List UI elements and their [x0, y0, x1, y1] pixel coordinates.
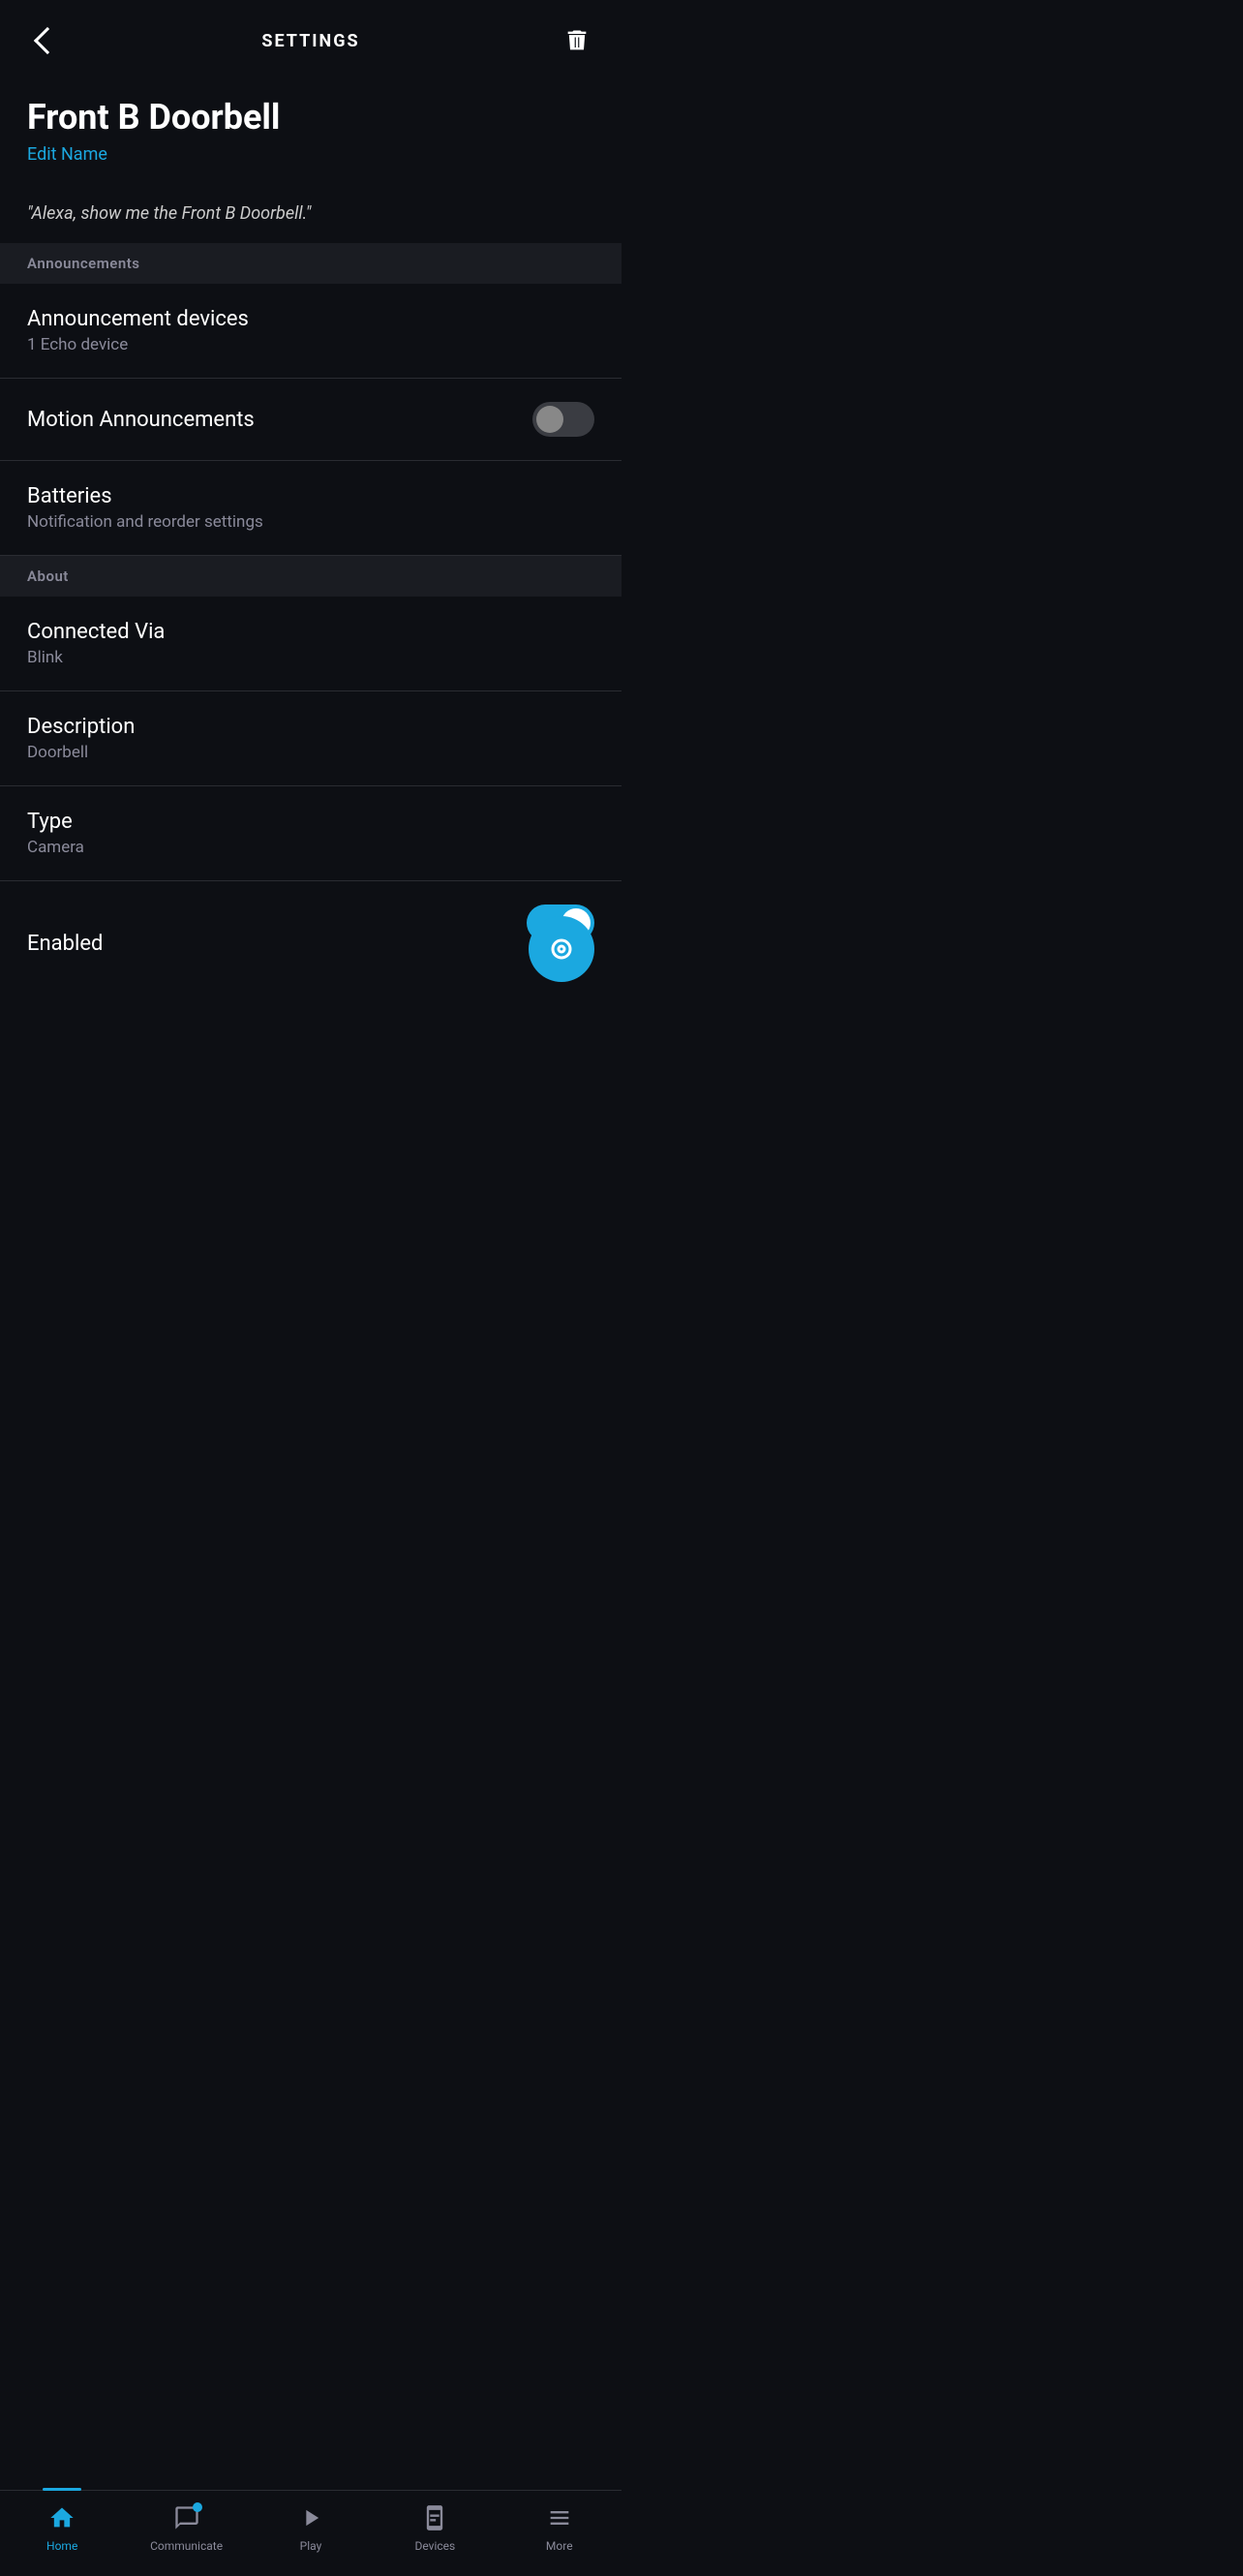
- play-icon: [295, 2502, 326, 2533]
- enabled-content: Enabled: [27, 932, 103, 956]
- devices-icon: [419, 2502, 450, 2533]
- batteries-content: Batteries Notification and reorder setti…: [27, 484, 263, 532]
- announcement-devices-content: Announcement devices 1 Echo device: [27, 307, 249, 354]
- bottom-nav: Home Communicate Play Devices: [0, 2490, 622, 2576]
- voice-command: "Alexa, show me the Front B Doorbell.": [0, 174, 622, 243]
- about-section-header: About: [0, 556, 622, 597]
- motion-announcements-content: Motion Announcements: [27, 408, 255, 432]
- page-title: SETTINGS: [261, 31, 359, 51]
- communicate-notification-dot: [193, 2502, 202, 2512]
- batteries-sublabel: Notification and reorder settings: [27, 512, 263, 532]
- trash-icon: [563, 27, 591, 54]
- type-content: Type Camera: [27, 810, 84, 857]
- device-header: Front B Doorbell Edit Name: [0, 77, 622, 174]
- connected-via-row: Connected Via Blink: [0, 597, 622, 691]
- description-sublabel: Doorbell: [27, 743, 135, 762]
- more-icon: [544, 2502, 575, 2533]
- devices-nav-label: Devices: [414, 2539, 455, 2553]
- connected-via-label: Connected Via: [27, 620, 165, 644]
- enabled-device-icon: [529, 916, 594, 982]
- play-nav-label: Play: [300, 2539, 322, 2553]
- delete-button[interactable]: [560, 23, 594, 58]
- connected-via-sublabel: Blink: [27, 648, 165, 667]
- edit-name-link[interactable]: Edit Name: [27, 144, 107, 165]
- announcement-devices-row[interactable]: Announcement devices 1 Echo device: [0, 284, 622, 379]
- announcements-section-header: Announcements: [0, 243, 622, 284]
- communicate-nav-label: Communicate: [150, 2539, 223, 2553]
- announcement-devices-label: Announcement devices: [27, 307, 249, 331]
- nav-item-devices[interactable]: Devices: [396, 2502, 473, 2553]
- device-name: Front B Doorbell: [27, 97, 594, 138]
- home-icon: [46, 2502, 77, 2533]
- batteries-label: Batteries: [27, 484, 263, 508]
- more-nav-label: More: [546, 2539, 573, 2553]
- nav-item-communicate[interactable]: Communicate: [148, 2502, 226, 2553]
- description-content: Description Doorbell: [27, 715, 135, 762]
- type-sublabel: Camera: [27, 838, 84, 857]
- nav-item-play[interactable]: Play: [272, 2502, 349, 2553]
- enabled-label: Enabled: [27, 932, 103, 956]
- nav-item-more[interactable]: More: [521, 2502, 598, 2553]
- enabled-toggle-container[interactable]: [517, 905, 594, 982]
- connected-via-content: Connected Via Blink: [27, 620, 165, 667]
- home-active-indicator: [43, 2488, 81, 2491]
- nav-item-home[interactable]: Home: [23, 2502, 101, 2553]
- type-label: Type: [27, 810, 84, 834]
- device-camera-icon: [544, 932, 579, 966]
- motion-announcements-row[interactable]: Motion Announcements: [0, 379, 622, 461]
- motion-announcements-label: Motion Announcements: [27, 408, 255, 432]
- back-button[interactable]: [27, 23, 62, 58]
- page-content: Front B Doorbell Edit Name "Alexa, show …: [0, 77, 622, 1108]
- announcement-devices-sublabel: 1 Echo device: [27, 335, 249, 354]
- communicate-icon-wrapper: [171, 2502, 202, 2533]
- top-bar: SETTINGS: [0, 0, 622, 77]
- batteries-row[interactable]: Batteries Notification and reorder setti…: [0, 461, 622, 556]
- type-row: Type Camera: [0, 786, 622, 881]
- description-row: Description Doorbell: [0, 691, 622, 786]
- motion-announcements-toggle[interactable]: [532, 402, 594, 437]
- enabled-row[interactable]: Enabled: [0, 881, 622, 1011]
- description-label: Description: [27, 715, 135, 739]
- home-nav-label: Home: [46, 2539, 77, 2553]
- back-chevron-icon: [34, 27, 61, 54]
